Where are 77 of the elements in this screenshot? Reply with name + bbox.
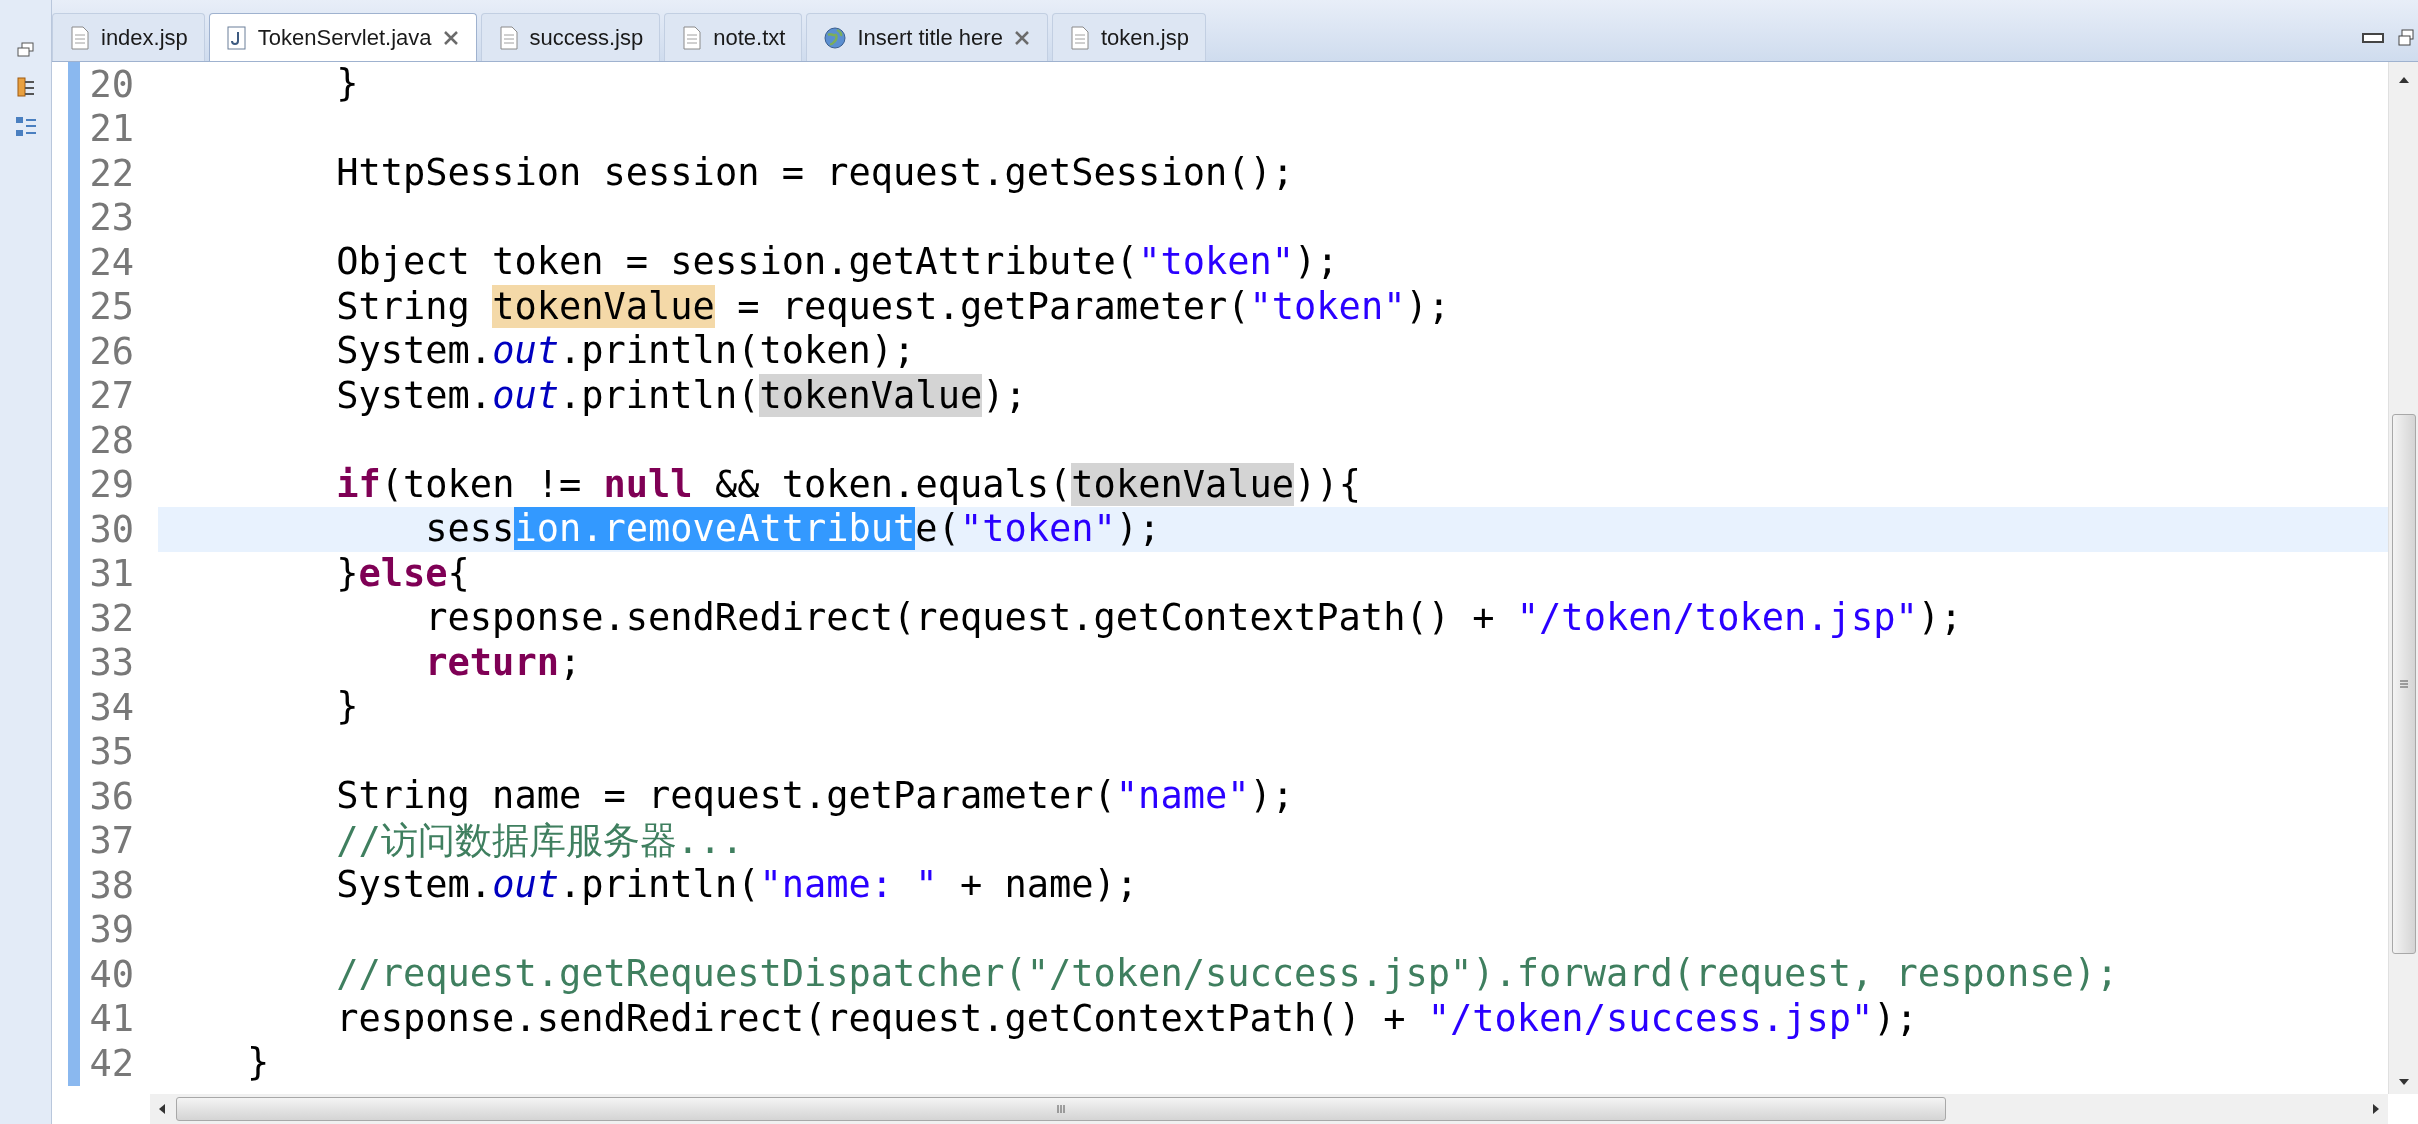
editor-tab[interactable]: note.txt: [664, 13, 803, 61]
scroll-left-icon[interactable]: [158, 1103, 166, 1115]
tab-label: token.jsp: [1100, 24, 1189, 52]
line-number: 29: [88, 466, 134, 504]
editor-tab[interactable]: index.jsp: [52, 13, 205, 61]
line-number: 41: [88, 1000, 134, 1038]
code-line: String tokenValue = request.getParameter("token");: [336, 284, 1450, 329]
line-number: 42: [88, 1044, 134, 1082]
line-number: 21: [88, 110, 134, 148]
horizontal-scrollbar[interactable]: [150, 1094, 2388, 1124]
tab-label: success.jsp: [529, 24, 644, 52]
line-number: 23: [88, 199, 134, 237]
java-file-icon: [225, 25, 248, 50]
globe-icon: [823, 25, 848, 50]
file-icon: [69, 25, 91, 50]
vertical-scrollbar[interactable]: [2388, 62, 2418, 1094]
hierarchy-icon[interactable]: [15, 76, 36, 98]
line-number: 20: [88, 65, 134, 103]
outline-icon[interactable]: [14, 116, 37, 138]
code-line: HttpSession session = request.getSession();: [336, 151, 1295, 196]
editor-tab[interactable]: token.jsp: [1051, 13, 1206, 61]
tab-label: Insert title here: [857, 24, 1003, 52]
tab-label: index.jsp: [101, 24, 188, 52]
maximize-icon[interactable]: [2398, 29, 2414, 47]
code-line: String name = request.getParameter("name");: [336, 774, 1295, 819]
line-number: 27: [88, 377, 134, 415]
file-icon: [1068, 25, 1091, 50]
code-line: if(token != null && token.equals(tokenValue)){: [336, 462, 1361, 507]
code-line: System.out.println(tokenValue);: [336, 373, 1027, 418]
code-line: System.out.println("name: " + name);: [336, 863, 1139, 908]
line-number: 37: [88, 822, 134, 860]
tab-label: TokenServlet.java: [257, 24, 432, 52]
code-line: }: [336, 62, 359, 107]
editor-tab[interactable]: success.jsp: [480, 13, 661, 61]
code-line: System.out.println(token);: [336, 329, 916, 374]
tab-label: note.txt: [713, 24, 786, 52]
scroll-right-icon[interactable]: [2372, 1103, 2380, 1115]
line-number: 32: [88, 599, 134, 637]
line-number: 30: [88, 510, 134, 548]
code-line: }: [336, 685, 359, 730]
line-number: 35: [88, 733, 134, 771]
code-line: return;: [425, 640, 582, 685]
code-line: response.sendRedirect(request.getContextPath() + "/token/token.jsp");: [425, 596, 1963, 641]
code-line: Object token = session.getAttribute("token");: [336, 240, 1339, 285]
code-line: //访问数据库服务器...: [336, 818, 744, 863]
change-ruler-bar: [68, 62, 80, 107]
line-number: 40: [88, 955, 134, 993]
line-number: 28: [88, 421, 134, 459]
line-number: 22: [88, 154, 134, 192]
restore-icon[interactable]: [16, 42, 35, 58]
code-line: response.sendRedirect(request.getContextPath() + "/token/success.jsp");: [336, 996, 1918, 1041]
code-line: }: [247, 1041, 270, 1086]
file-icon: [681, 25, 704, 50]
line-number: 26: [88, 332, 134, 370]
change-ruler-bar: [68, 1041, 80, 1086]
line-number: 24: [88, 243, 134, 281]
scroll-down-icon[interactable]: [2397, 1078, 2410, 1086]
minimize-icon[interactable]: [2362, 32, 2384, 44]
scroll-thumb[interactable]: [176, 1097, 1946, 1121]
line-number: 39: [88, 911, 134, 949]
line-number: 36: [88, 777, 134, 815]
editor-tab[interactable]: TokenServlet.java: [208, 13, 477, 61]
grip-icon: [1056, 1104, 1066, 1114]
editor-tab[interactable]: Insert title here: [806, 13, 1048, 61]
close-icon[interactable]: [1012, 28, 1031, 47]
line-number: 34: [88, 688, 134, 726]
grip-icon: [2398, 679, 2409, 689]
code-line: }else{: [336, 551, 470, 596]
code-line: //request.getRequestDispatcher("/token/success.jsp").forward(request, response);: [336, 952, 2119, 997]
line-number: 25: [88, 288, 134, 326]
line-number: 33: [88, 644, 134, 682]
scroll-thumb[interactable]: [2391, 414, 2416, 954]
scroll-up-icon[interactable]: [2397, 76, 2410, 84]
line-number: 38: [88, 866, 134, 904]
file-icon: [497, 25, 520, 50]
line-number: 31: [88, 555, 134, 593]
close-icon[interactable]: [441, 28, 460, 47]
